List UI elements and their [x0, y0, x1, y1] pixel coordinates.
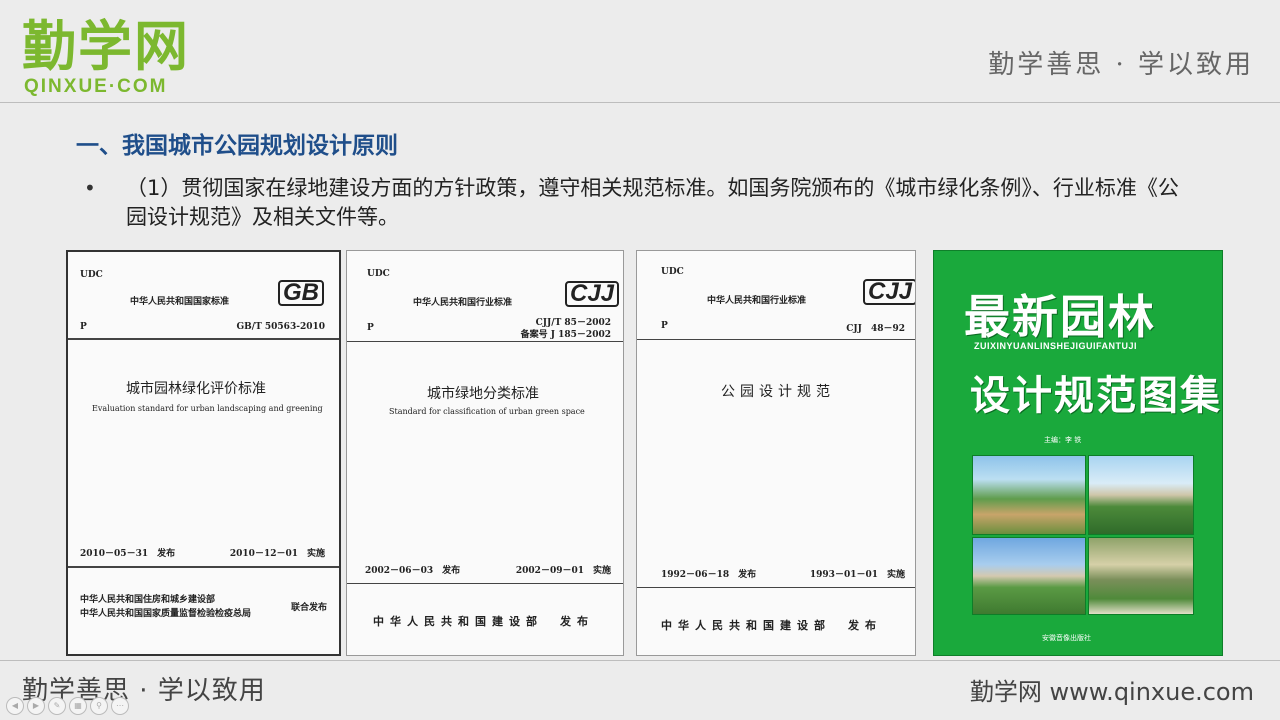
- cjj-logo-icon: CJJ: [565, 281, 620, 307]
- qinxue-logo: 勤学网 QINXUE·COM: [22, 18, 202, 98]
- slide-paragraph: （1）贯彻国家在绿地建设方面的方针政策，遵守相关规范标准。如国务院颁布的《城市绿…: [126, 176, 1179, 229]
- cover-subtitle: Standard for classification of urban gre…: [389, 407, 585, 416]
- bullet-marker: •: [84, 176, 96, 200]
- slideshow-nav: ◀ ▶ ✎ ▦ ⚲ ⋯: [6, 697, 129, 715]
- zoom-icon[interactable]: ⚲: [90, 697, 108, 715]
- effective-date: 2010－12－01 实施: [229, 549, 325, 559]
- cover-title: 城市绿地分类标准: [427, 386, 539, 402]
- standard-code: GB/T 50563-2010: [236, 322, 325, 332]
- photo-house-garden: [1088, 537, 1194, 615]
- cover-subtitle: Evaluation standard for urban landscapin…: [92, 404, 323, 413]
- p-label: P: [80, 322, 87, 332]
- cjj-logo-icon: CJJ: [863, 279, 915, 305]
- book-publisher: 安徽音像出版社: [1042, 634, 1091, 642]
- publisher: 中华人民共和国建设部 发布: [661, 619, 882, 632]
- gb-logo-icon: GB: [278, 280, 324, 306]
- book-title-line-1: 最新园林: [964, 290, 1156, 344]
- book-pinyin: ZUIXINYUANLINSHEJIGUIFANTUJI: [974, 341, 1138, 351]
- issue-date: 2002－06－03 发布: [365, 566, 461, 576]
- photo-fountain-garden: [972, 455, 1086, 535]
- issuer-label: 中华人民共和国行业标准: [413, 298, 513, 308]
- logo-chinese: 勤学网: [22, 15, 190, 78]
- menu-icon[interactable]: ▦: [69, 697, 87, 715]
- logo-english: QINXUE·COM: [24, 76, 168, 97]
- header-divider: [0, 102, 1280, 103]
- record-number: 备案号 J 185－2002: [520, 330, 611, 340]
- effective-date: 2002－09－01 实施: [515, 566, 611, 576]
- cover-rule: [637, 339, 915, 340]
- prev-icon[interactable]: ◀: [6, 697, 24, 715]
- motto-header: 勤学善思 · 学以致用: [988, 50, 1254, 80]
- cover-rule: [637, 587, 915, 588]
- issue-date: 1992－06－18 发布: [661, 570, 757, 580]
- publisher: 中华人民共和国建设部 发布: [373, 615, 594, 628]
- issuer-label: 中华人民共和国行业标准: [707, 296, 807, 306]
- site-footer: 勤学网 www.qinxue.com: [969, 678, 1254, 706]
- footer-divider: [0, 660, 1280, 661]
- next-icon[interactable]: ▶: [27, 697, 45, 715]
- publisher-2: 中华人民共和国国家质量监督检验检疫总局: [80, 609, 252, 619]
- cover-cjj-85: UDC 中华人民共和国行业标准 CJJ P CJJ/T 85－2002 备案号 …: [346, 250, 624, 656]
- book-title-line-2: 设计规范图集: [970, 372, 1222, 419]
- effective-date: 1993－01－01 实施: [809, 570, 905, 580]
- cover-gb-50563: UDC 中华人民共和国国家标准 GB P GB/T 50563-2010 城市园…: [66, 250, 341, 656]
- cover-garden-atlas: 最新园林 ZUIXINYUANLINSHEJIGUIFANTUJI 设计规范图集…: [933, 250, 1223, 656]
- cover-rule: [347, 583, 623, 584]
- cover-rule: [68, 338, 339, 340]
- photo-chateau-garden: [1088, 455, 1194, 535]
- issue-date: 2010－05－31 发布: [80, 549, 176, 559]
- cover-title: 公园设计规范: [721, 384, 835, 400]
- cover-rule: [347, 341, 623, 342]
- p-label: P: [367, 323, 374, 333]
- udc-label: UDC: [367, 269, 390, 279]
- slide-heading: 一、我国城市公园规划设计原则: [76, 133, 398, 159]
- issuer-label: 中华人民共和国国家标准: [130, 297, 230, 307]
- publisher-1: 中华人民共和国住房和城乡建设部: [80, 595, 216, 605]
- p-label: P: [661, 321, 668, 331]
- more-icon[interactable]: ⋯: [111, 697, 129, 715]
- udc-label: UDC: [661, 267, 684, 277]
- pen-icon[interactable]: ✎: [48, 697, 66, 715]
- cover-title: 城市园林绿化评价标准: [126, 381, 266, 397]
- standard-code: CJJ 48－92: [846, 324, 905, 334]
- joint-publish-label: 联合发布: [290, 603, 327, 613]
- udc-label: UDC: [80, 270, 103, 280]
- book-editor: 主编：李 铁: [1044, 436, 1082, 444]
- cover-cjj-48: UDC 中华人民共和国行业标准 CJJ P CJJ 48－92 公园设计规范 1…: [636, 250, 916, 656]
- cover-rule: [68, 566, 339, 568]
- photo-formal-garden: [972, 537, 1086, 615]
